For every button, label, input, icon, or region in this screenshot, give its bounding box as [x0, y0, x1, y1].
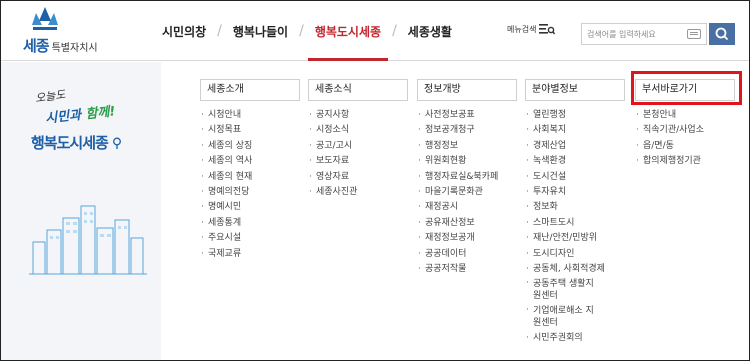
- menu-item[interactable]: 보도자료: [308, 154, 408, 170]
- menu-search-icon: [539, 24, 556, 35]
- main-nav: 시민의창 / 행복나들이 / 행복도시세종 / 세종생활: [151, 1, 463, 61]
- menu-item[interactable]: 세종의 현재: [200, 170, 300, 186]
- logo-subtitle: 특별자치시: [51, 43, 98, 54]
- menu-item[interactable]: 명예의전당: [200, 185, 300, 201]
- menu-item[interactable]: 시청안내: [200, 108, 300, 124]
- menu-item[interactable]: 도시디자인: [525, 247, 625, 263]
- menu-item[interactable]: 주요시설: [200, 231, 300, 247]
- menu-column-sejong-news: 세종소식 공지사항 시정소식 공고/고시 보도자료 영상자료 세종사진관: [308, 79, 408, 201]
- menu-item[interactable]: 사전정보공표: [417, 108, 517, 124]
- slogan-small: 오늘도: [34, 87, 67, 106]
- sejong-logo[interactable]: 세종 특별자치시: [15, 7, 115, 55]
- menu-search-button[interactable]: 메뉴검색: [507, 23, 556, 36]
- logo-title: 세종: [23, 37, 50, 55]
- menu-item[interactable]: 재정정보공개: [417, 231, 517, 247]
- nav-happy-city-sejong[interactable]: 행복도시세종: [304, 1, 392, 61]
- nav-citizen-window[interactable]: 시민의창: [151, 1, 217, 61]
- menu-item[interactable]: 공공데이터: [417, 247, 517, 263]
- column-header[interactable]: 세종소개: [200, 79, 300, 101]
- menu-item[interactable]: 읍/면/동: [635, 139, 735, 155]
- slogan-title: 행복도시세종: [31, 132, 122, 153]
- search-button[interactable]: [709, 23, 735, 45]
- menu-search-label: 메뉴검색: [507, 25, 537, 34]
- location-pin-icon: [113, 137, 121, 149]
- menu-item[interactable]: 정보화: [525, 200, 625, 216]
- menu-item[interactable]: 재난/안전/민방위: [525, 231, 625, 247]
- menu-item[interactable]: 본청안내: [635, 108, 735, 124]
- menu-item[interactable]: 세종사진관: [308, 185, 408, 201]
- menu-item[interactable]: 공공저작물: [417, 262, 517, 278]
- menu-item[interactable]: 국제교류: [200, 247, 300, 263]
- slogan-handwritten: 시민과 함께!: [44, 100, 116, 126]
- column-header[interactable]: 정보개방: [417, 79, 517, 101]
- slogan-title-text: 행복도시세종: [31, 134, 109, 152]
- menu-item[interactable]: 세종의 상징: [200, 139, 300, 155]
- menu-item[interactable]: 녹색환경: [525, 154, 625, 170]
- menu-item[interactable]: 기업애로해소 지원센터: [525, 304, 597, 331]
- logo-emblem-icon: [32, 7, 58, 30]
- highlight-annotation: [631, 71, 742, 105]
- menu-item[interactable]: 위원회현황: [417, 154, 517, 170]
- menu-item[interactable]: 시정소식: [308, 123, 408, 139]
- menu-item[interactable]: 사회복지: [525, 123, 625, 139]
- menu-item[interactable]: 공유재산정보: [417, 216, 517, 232]
- promo-panel: 오늘도 시민과 함께! 행복도시세종: [1, 62, 161, 360]
- menu-item[interactable]: 세종의 역사: [200, 154, 300, 170]
- menu-item[interactable]: 스마트도시: [525, 216, 625, 232]
- menu-item[interactable]: 도시건설: [525, 170, 625, 186]
- search-icon: [715, 27, 729, 41]
- menu-item[interactable]: 공동체, 사회적경제: [525, 262, 625, 278]
- menu-item[interactable]: 시정목표: [200, 123, 300, 139]
- menu-item[interactable]: 세종통계: [200, 216, 300, 232]
- menu-item[interactable]: 마을기록문화관: [417, 185, 517, 201]
- menu-item[interactable]: 정보공개청구: [417, 123, 517, 139]
- menu-item[interactable]: 행정자료실&북카페: [417, 170, 517, 186]
- menu-item[interactable]: 영상자료: [308, 170, 408, 186]
- menu-item[interactable]: 경제산업: [525, 139, 625, 155]
- menu-item[interactable]: 재정공시: [417, 200, 517, 216]
- header: 세종 특별자치시 시민의창 / 행복나들이 / 행복도시세종 / 세종생활 메뉴검…: [1, 1, 749, 61]
- menu-item[interactable]: 투자유치: [525, 185, 625, 201]
- nav-sejong-life[interactable]: 세종생활: [397, 1, 463, 61]
- menu-item[interactable]: 공지사항: [308, 108, 408, 124]
- menu-column-sejong-intro: 세종소개 시청안내 시정목표 세종의 상징 세종의 역사 세종의 현재 명예의전…: [200, 79, 300, 262]
- slogan-mid-b: 함께!: [84, 104, 117, 123]
- search-input[interactable]: [582, 24, 682, 44]
- menu-item[interactable]: 공고/고시: [308, 139, 408, 155]
- search-box: [581, 23, 707, 45]
- menu-item[interactable]: 행정정보: [417, 139, 517, 155]
- nav-happy-outing[interactable]: 행복나들이: [222, 1, 299, 61]
- menu-item[interactable]: 시민주권회의: [525, 331, 625, 347]
- slogan-mid-a: 시민과: [44, 107, 87, 127]
- menu-item[interactable]: 직속기관/사업소: [635, 123, 735, 139]
- city-illustration-icon: [29, 205, 147, 275]
- column-header[interactable]: 세종소식: [308, 79, 408, 101]
- logo-wordmark: 세종 특별자치시: [23, 35, 98, 56]
- menu-item[interactable]: 합의제행정기관: [635, 154, 735, 170]
- menu-column-field-info: 분야별정보 열린행정 사회복지 경제산업 녹색환경 도시건설 투자유치 정보화 …: [525, 79, 625, 347]
- keyboard-icon[interactable]: [687, 29, 701, 39]
- menu-item[interactable]: 공동주택 생활지원센터: [525, 277, 597, 304]
- menu-column-info-open: 정보개방 사전정보공표 정보공개청구 행정정보 위원회현황 행정자료실&북카페 …: [417, 79, 517, 278]
- menu-item[interactable]: 명예시민: [200, 200, 300, 216]
- column-header[interactable]: 분야별정보: [525, 79, 625, 101]
- menu-item[interactable]: 열린행정: [525, 108, 625, 124]
- page-frame: 세종 특별자치시 시민의창 / 행복나들이 / 행복도시세종 / 세종생활 메뉴검…: [0, 0, 750, 361]
